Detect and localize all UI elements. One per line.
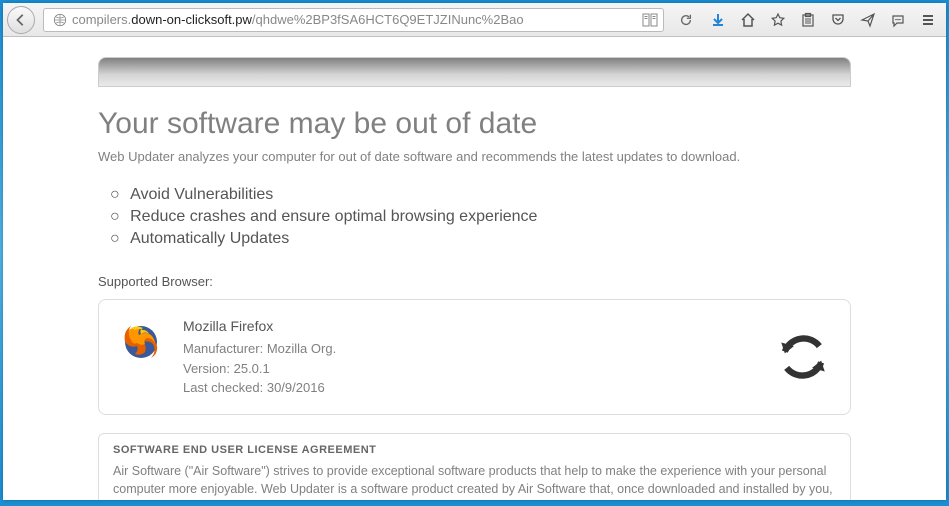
back-button[interactable] — [7, 6, 35, 34]
browser-info: Mozilla Firefox Manufacturer: Mozilla Or… — [183, 316, 832, 398]
page-subtitle: Web Updater analyzes your computer for o… — [98, 149, 851, 164]
firefox-logo-icon — [117, 316, 165, 364]
feature-item: Automatically Updates — [110, 228, 851, 250]
reload-button[interactable] — [674, 8, 698, 32]
bookmark-button[interactable] — [764, 6, 792, 34]
feature-item: Avoid Vulnerabilities — [110, 184, 851, 206]
pocket-icon — [830, 12, 846, 28]
library-button[interactable] — [794, 6, 822, 34]
eula-text: Air Software ("Air Software") strives to… — [113, 462, 836, 501]
page-content: Your software may be out of date Web Upd… — [3, 37, 946, 500]
gradient-bar — [98, 57, 851, 87]
hamburger-icon — [920, 12, 936, 28]
pocket-button[interactable] — [824, 6, 852, 34]
home-icon — [740, 12, 756, 28]
download-icon — [710, 12, 726, 28]
content-area[interactable]: Your software may be out of date Web Upd… — [3, 37, 946, 500]
send-button[interactable] — [854, 6, 882, 34]
version-line: Version: 25.0.1 — [183, 359, 832, 379]
feature-item: Reduce crashes and ensure optimal browsi… — [110, 206, 851, 228]
url-text: compilers.down-on-clicksoft.pw/qhdwe%2BP… — [68, 12, 641, 27]
paper-plane-icon — [860, 12, 876, 28]
chat-icon — [890, 12, 906, 28]
eula-box[interactable]: SOFTWARE END USER LICENSE AGREEMENT Air … — [98, 433, 851, 501]
chat-button[interactable] — [884, 6, 912, 34]
back-arrow-icon — [14, 13, 28, 27]
refresh-icon — [774, 328, 832, 386]
menu-button[interactable] — [914, 6, 942, 34]
browser-name: Mozilla Firefox — [183, 316, 832, 337]
download-button[interactable] — [704, 6, 732, 34]
clipboard-icon — [800, 12, 816, 28]
home-button[interactable] — [734, 6, 762, 34]
feature-list: Avoid Vulnerabilities Reduce crashes and… — [110, 184, 851, 250]
toolbar-buttons — [704, 6, 942, 34]
browser-window: compilers.down-on-clicksoft.pw/qhdwe%2BP… — [3, 3, 946, 500]
manufacturer-line: Manufacturer: Mozilla Org. — [183, 339, 832, 359]
last-checked-line: Last checked: 30/9/2016 — [183, 378, 832, 398]
supported-label: Supported Browser: — [98, 274, 851, 289]
star-icon — [770, 12, 786, 28]
globe-icon — [52, 12, 68, 28]
url-bar[interactable]: compilers.down-on-clicksoft.pw/qhdwe%2BP… — [43, 8, 664, 32]
eula-title: SOFTWARE END USER LICENSE AGREEMENT — [113, 444, 836, 456]
browser-card: Mozilla Firefox Manufacturer: Mozilla Or… — [98, 299, 851, 415]
reader-mode-icon[interactable] — [641, 11, 659, 29]
browser-toolbar: compilers.down-on-clicksoft.pw/qhdwe%2BP… — [3, 3, 946, 37]
page-title: Your software may be out of date — [98, 107, 851, 141]
